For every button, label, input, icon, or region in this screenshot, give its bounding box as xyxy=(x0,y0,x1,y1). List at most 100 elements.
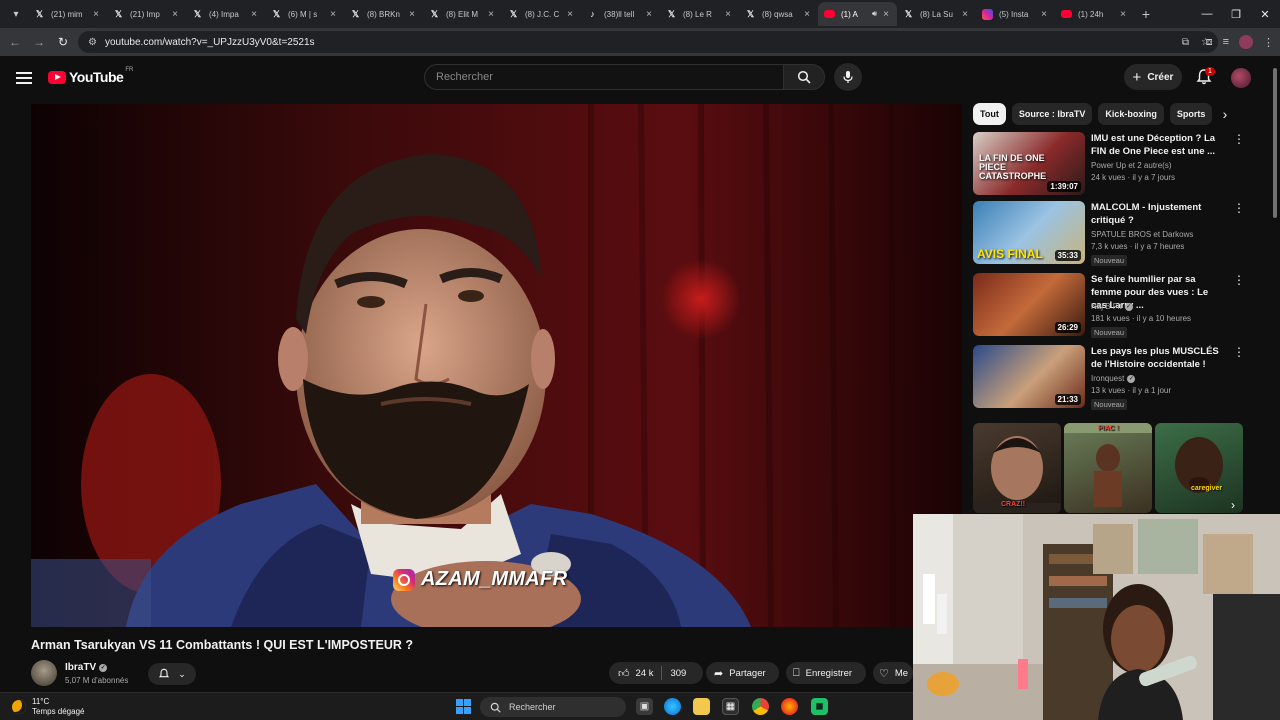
browser-profile-avatar[interactable] xyxy=(1239,35,1253,49)
subscription-notifications-button[interactable]: ⌄ xyxy=(148,663,196,685)
browser-tab[interactable]: (1) 24h × xyxy=(1055,2,1134,26)
comment-count[interactable]: 309 xyxy=(670,668,686,679)
channel-avatar[interactable] xyxy=(31,660,57,686)
tab-close-icon[interactable]: × xyxy=(960,9,970,20)
maximize-icon[interactable]: ❐ xyxy=(1221,0,1251,28)
more-options-icon[interactable]: ⋮ xyxy=(1233,202,1245,214)
tab-close-icon[interactable]: × xyxy=(328,9,338,20)
taskbar-search[interactable]: Rechercher xyxy=(480,697,626,717)
edge-icon[interactable] xyxy=(664,698,681,715)
file-explorer-icon[interactable] xyxy=(693,698,710,715)
browser-tab[interactable]: ♪ (38)ll tell × xyxy=(581,2,660,26)
weather-widget[interactable]: 11°C Temps dégagé xyxy=(12,697,84,717)
youtube-logo[interactable]: YouTube FR xyxy=(48,67,133,85)
recommendation-channel-row[interactable]: Ironquest ✓ xyxy=(1091,374,1136,383)
video-player[interactable]: AZAM_MMAFR xyxy=(31,104,962,627)
extensions-icon[interactable]: ⧈ xyxy=(1206,36,1213,49)
browser-tab[interactable]: 𝕏 (8) J.C. C × xyxy=(502,2,581,26)
new-tab-icon[interactable]: + xyxy=(1136,6,1156,22)
like-count[interactable]: 24 k xyxy=(636,668,654,679)
more-actions-button[interactable]: ♡ Me xyxy=(873,662,913,684)
browser-tab[interactable]: 𝕏 (8) Elit M × xyxy=(423,2,502,26)
chevron-right-icon[interactable]: › xyxy=(1231,498,1235,512)
tab-audio-icon[interactable]: 🔊︎ xyxy=(872,9,877,19)
browser-tab[interactable]: 𝕏 (4) Impa × xyxy=(186,2,265,26)
more-options-icon[interactable]: ⋮ xyxy=(1233,133,1245,145)
tab-close-icon[interactable]: × xyxy=(91,9,101,20)
firefox-icon[interactable] xyxy=(781,698,798,715)
tab-close-icon[interactable]: × xyxy=(644,9,654,20)
browser-menu-icon[interactable]: ⋮ xyxy=(1263,36,1274,49)
browser-tab[interactable]: 𝕏 (6) M | s × xyxy=(265,2,344,26)
store-icon[interactable]: ▦ xyxy=(722,698,739,715)
tab-close-icon[interactable]: × xyxy=(723,9,733,20)
task-view-icon[interactable]: ▣ xyxy=(636,698,653,715)
scrollbar-thumb[interactable] xyxy=(1273,68,1277,218)
tab-close-icon[interactable]: × xyxy=(486,9,496,20)
site-info-icon[interactable]: ⚙ xyxy=(88,37,97,48)
video-thumbnail[interactable]: 21:33 xyxy=(973,345,1085,408)
thumbs-up-icon[interactable]: 👍︎ xyxy=(618,667,630,680)
back-icon[interactable]: ← xyxy=(3,30,27,54)
tab-close-icon[interactable]: × xyxy=(1118,9,1128,20)
save-button[interactable]: ⎕ Enregistrer xyxy=(786,662,866,684)
search-button[interactable] xyxy=(783,64,825,90)
video-thumbnail[interactable]: AVIS FINAL 35:33 xyxy=(973,201,1085,264)
short-thumbnail[interactable]: caregiver xyxy=(1155,423,1243,513)
browser-tab[interactable]: 𝕏 (21) Imp × xyxy=(107,2,186,26)
tab-close-icon[interactable]: × xyxy=(1039,9,1049,20)
recommendation-channel-row[interactable]: Naj B Fit ✓ xyxy=(1091,302,1133,311)
browser-tab[interactable]: 𝕏 (8) La Su × xyxy=(897,2,976,26)
channel-name-row[interactable]: IbraTV ✓ xyxy=(65,662,108,673)
recommendation-title[interactable]: Les pays les plus MUSCLÉS de l'Histoire … xyxy=(1091,345,1225,371)
cast-icon[interactable]: ⧉ xyxy=(1182,37,1189,48)
filter-chip[interactable]: Source : IbraTV xyxy=(1011,103,1093,125)
recommendation-item[interactable]: AVIS FINAL 35:33 MALCOLM - Injustement cri… xyxy=(973,201,1245,266)
hamburger-menu-icon[interactable] xyxy=(16,69,32,85)
chrome-icon[interactable] xyxy=(752,698,769,715)
filter-chip[interactable]: Kick-boxing xyxy=(1098,103,1164,125)
recommendation-channel-row[interactable]: Power Up et 2 autre(s) xyxy=(1091,161,1171,170)
recommendation-title[interactable]: MALCOLM - Injustement critiqué ? xyxy=(1091,201,1225,227)
minimize-icon[interactable]: — xyxy=(1192,0,1222,28)
browser-tab[interactable]: (1) A 🔊︎ × xyxy=(818,2,897,26)
tab-close-icon[interactable]: × xyxy=(802,9,812,20)
more-options-icon[interactable]: ⋮ xyxy=(1233,274,1245,286)
tab-close-icon[interactable]: × xyxy=(881,9,891,20)
media-controls-icon[interactable]: ≡ xyxy=(1223,36,1229,48)
tab-search-icon[interactable]: ▾ xyxy=(4,3,28,25)
address-bar[interactable]: ⚙ youtube.com/watch?v=_UPJzzU3yV0&t=2521… xyxy=(78,31,1218,53)
forward-icon[interactable]: → xyxy=(27,30,51,54)
tab-close-icon[interactable]: × xyxy=(407,9,417,20)
close-window-icon[interactable]: ✕ xyxy=(1250,0,1280,28)
recommendation-channel-row[interactable]: SPATULE BROS et Darkows xyxy=(1091,230,1193,239)
app-icon[interactable]: ◼ xyxy=(811,698,828,715)
recommendation-item[interactable]: LA FIN DE ONE PIECE CATASTROPHE 1:39:07 IM… xyxy=(973,132,1245,196)
page-scrollbar[interactable] xyxy=(1272,60,1278,510)
recommendation-item[interactable]: 26:29 Se faire humilier par sa femme pour… xyxy=(973,273,1245,338)
short-thumbnail[interactable]: PIAC ! xyxy=(1064,423,1152,513)
short-thumbnail[interactable]: CRAZ!! xyxy=(973,423,1061,513)
create-button[interactable]: + Créer xyxy=(1124,64,1182,90)
video-thumbnail[interactable]: LA FIN DE ONE PIECE CATASTROPHE 1:39:07 xyxy=(973,132,1085,195)
reload-icon[interactable]: ↻ xyxy=(51,30,75,54)
tab-close-icon[interactable]: × xyxy=(565,9,575,20)
browser-tab[interactable]: 𝕏 (21) mim × xyxy=(28,2,107,26)
search-input[interactable]: Rechercher xyxy=(424,64,783,90)
filter-chip[interactable]: Sports xyxy=(1169,103,1213,125)
share-button[interactable]: ➦ Partager xyxy=(706,662,779,684)
tab-close-icon[interactable]: × xyxy=(170,9,180,20)
account-avatar[interactable] xyxy=(1231,68,1251,88)
video-thumbnail[interactable]: 26:29 xyxy=(973,273,1085,336)
filter-chip[interactable]: Tout xyxy=(973,103,1006,125)
more-options-icon[interactable]: ⋮ xyxy=(1233,346,1245,358)
recommendation-title[interactable]: IMU est une Déception ? La FIN de One Pi… xyxy=(1091,132,1225,158)
browser-tab[interactable]: (5) Insta × xyxy=(976,2,1055,26)
recommendation-item[interactable]: 21:33 Les pays les plus MUSCLÉS de l'Hist… xyxy=(973,345,1245,410)
browser-tab[interactable]: 𝕏 (8) qwsa × xyxy=(739,2,818,26)
browser-tab[interactable]: 𝕏 (8) Le R × xyxy=(660,2,739,26)
tab-close-icon[interactable]: × xyxy=(249,9,259,20)
chevron-right-icon[interactable]: › xyxy=(1216,106,1234,124)
browser-tab[interactable]: 𝕏 (8) BRKn × xyxy=(344,2,423,26)
windows-start-icon[interactable] xyxy=(456,699,471,714)
